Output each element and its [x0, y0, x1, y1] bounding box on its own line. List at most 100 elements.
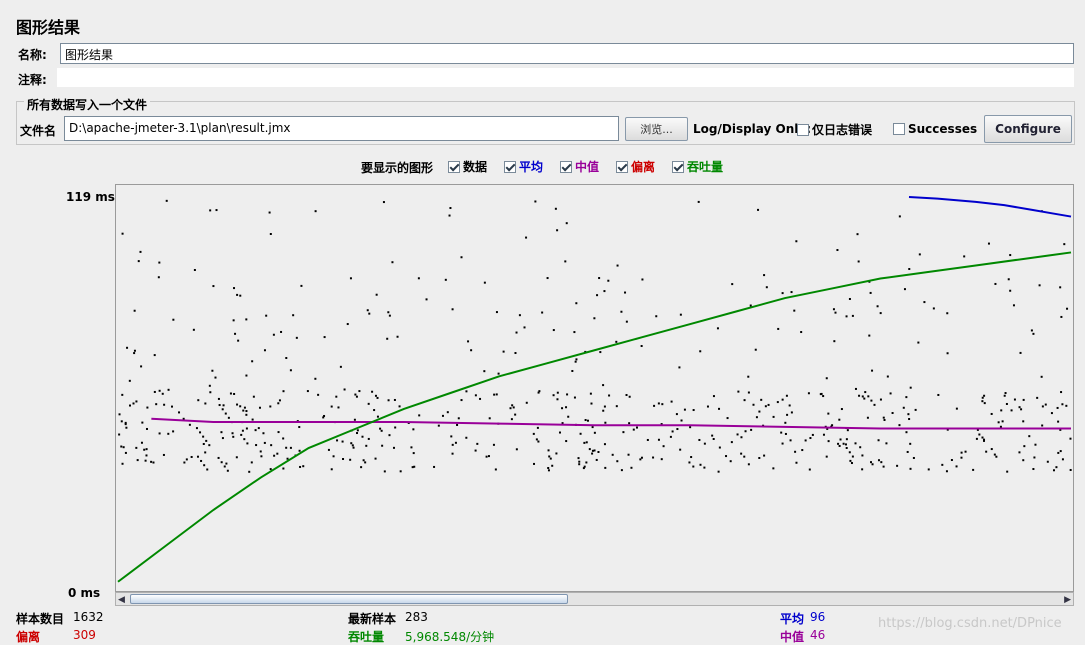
data-point	[983, 402, 986, 405]
file-path-input[interactable]: D:\apache-jmeter-3.1\plan\result.jmx	[64, 116, 619, 141]
data-checkbox[interactable]	[448, 160, 460, 173]
data-point	[351, 444, 354, 447]
data-point	[586, 419, 589, 422]
data-point	[1034, 443, 1037, 446]
data-point	[880, 461, 883, 464]
data-point	[946, 352, 949, 355]
data-point	[781, 442, 784, 445]
data-point	[1038, 284, 1041, 287]
scroll-left-arrow-icon[interactable]: ◀	[118, 595, 125, 605]
data-point	[640, 456, 643, 459]
deviation-checkbox[interactable]	[616, 160, 628, 173]
data-point	[282, 437, 285, 440]
name-field[interactable]: 图形结果	[60, 43, 1074, 64]
data-point	[327, 448, 330, 451]
data-point	[851, 455, 854, 458]
data-point	[353, 418, 356, 421]
data-point	[840, 408, 843, 411]
data-point	[1060, 391, 1063, 394]
data-point	[845, 447, 848, 450]
data-point	[597, 451, 600, 454]
option-average[interactable]: 平均	[504, 158, 543, 175]
data-point	[987, 242, 990, 245]
data-point	[121, 232, 124, 235]
data-point	[425, 298, 428, 301]
scroll-right-arrow-icon[interactable]: ▶	[1064, 595, 1071, 605]
data-point	[269, 233, 272, 236]
option-throughput[interactable]: 吞吐量	[672, 158, 723, 175]
data-point	[831, 424, 834, 427]
data-point	[250, 461, 253, 464]
data-point	[975, 437, 978, 440]
data-point	[1009, 254, 1012, 257]
option-median[interactable]: 中值	[560, 158, 599, 175]
data-point	[923, 301, 926, 304]
data-point	[209, 391, 212, 394]
errors-only-checkbox[interactable]	[797, 123, 809, 136]
option-data[interactable]: 数据	[448, 158, 487, 175]
data-point	[575, 302, 578, 305]
data-point	[218, 404, 221, 407]
data-point	[602, 384, 605, 387]
data-point	[135, 446, 138, 449]
scrollbar-thumb[interactable]	[130, 594, 568, 604]
data-point	[133, 309, 136, 312]
data-point	[877, 459, 880, 462]
data-point	[374, 394, 377, 397]
deviation-label: 偏离	[631, 160, 656, 174]
data-point	[350, 442, 353, 445]
data-point	[909, 467, 912, 470]
data-point	[208, 384, 211, 387]
data-point	[999, 425, 1002, 428]
option-deviation[interactable]: 偏离	[616, 158, 655, 175]
data-point	[1046, 460, 1049, 463]
browse-button[interactable]: 浏览...	[625, 117, 688, 141]
data-point	[603, 405, 606, 408]
comment-field[interactable]	[57, 68, 1074, 87]
configure-button[interactable]: Configure	[984, 115, 1072, 143]
data-point	[628, 395, 631, 398]
data-point	[907, 413, 910, 416]
data-point	[737, 390, 740, 393]
horizontal-scrollbar[interactable]: ◀ ▶	[115, 592, 1074, 606]
data-point	[515, 448, 518, 451]
data-point	[167, 432, 170, 435]
data-point	[711, 434, 714, 437]
data-point	[146, 406, 149, 409]
successes-option[interactable]: Successes	[893, 121, 977, 136]
average-checkbox[interactable]	[504, 160, 516, 173]
data-point	[669, 435, 672, 438]
data-point	[269, 468, 272, 471]
median-checkbox[interactable]	[560, 160, 572, 173]
data-point	[141, 421, 144, 424]
data-point	[200, 459, 203, 462]
data-point	[641, 278, 644, 281]
data-point	[588, 448, 591, 451]
data-point	[236, 293, 239, 296]
data-point	[355, 395, 358, 398]
data-point	[1055, 466, 1058, 469]
successes-checkbox[interactable]	[893, 122, 905, 135]
data-point	[591, 426, 594, 429]
data-point	[788, 404, 791, 407]
data-point	[699, 350, 702, 353]
data-point	[451, 452, 454, 455]
file-group-legend: 所有数据写入一个文件	[24, 96, 151, 113]
data-point	[983, 394, 986, 397]
data-point	[454, 441, 457, 444]
data-point	[239, 405, 242, 408]
data-point	[229, 392, 232, 395]
data-point	[846, 429, 849, 432]
data-point	[133, 352, 136, 355]
data-point	[232, 435, 235, 438]
data-point	[314, 210, 317, 213]
data-point	[955, 407, 958, 410]
throughput-checkbox[interactable]	[672, 160, 684, 173]
data-point	[418, 414, 421, 417]
data-point	[689, 426, 692, 429]
data-point	[763, 274, 766, 277]
data-point	[747, 391, 750, 394]
errors-only-option[interactable]: 仅日志错误	[797, 121, 872, 138]
data-point	[251, 360, 254, 363]
data-point	[790, 291, 793, 294]
